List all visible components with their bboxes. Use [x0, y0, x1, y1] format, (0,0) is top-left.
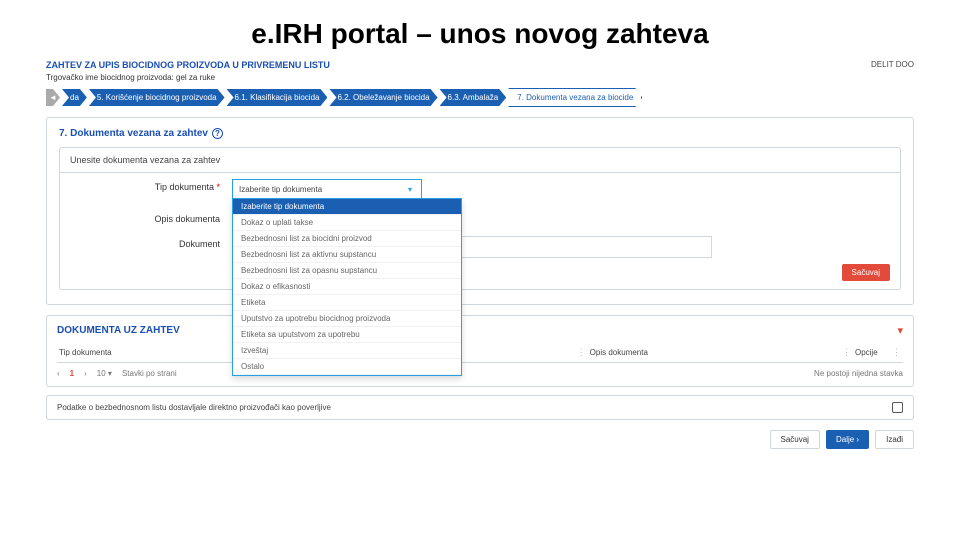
dropdown-option[interactable]: Uputstvo za upotrebu biocidnog proizvoda: [233, 311, 461, 327]
dropdown-option[interactable]: Dokaz o uplati takse: [233, 215, 461, 231]
request-title: ZAHTEV ZA UPIS BIOCIDNOG PROIZVODA U PRI…: [46, 60, 330, 70]
pager-next-icon[interactable]: ›: [84, 369, 87, 378]
label-doc-desc: Opis dokumenta: [70, 211, 220, 224]
step-prev-icon[interactable]: ◄: [46, 89, 60, 106]
pager-prev-icon[interactable]: ‹: [57, 369, 60, 378]
label-doc-type: Tip dokumenta: [70, 179, 220, 192]
dropdown-option[interactable]: Ostalo: [233, 359, 461, 375]
step-item[interactable]: 6.3. Ambalaža: [440, 89, 507, 106]
step-item[interactable]: da: [62, 89, 87, 106]
dropdown-option[interactable]: Bezbednosni list za aktivnu supstancu: [233, 247, 461, 263]
sort-icon[interactable]: ⋮: [577, 347, 586, 358]
dropdown-option[interactable]: Izaberite tip dokumenta: [233, 199, 461, 215]
confidential-checkbox[interactable]: [892, 402, 903, 413]
col-header[interactable]: Tip dokumenta: [59, 348, 112, 357]
product-subtitle: Trgovačko ime biocidnog proizvoda: gel z…: [46, 73, 330, 82]
dropdown-option[interactable]: Bezbednosni list za biocidni proizvod: [233, 231, 461, 247]
step-item[interactable]: 6.1. Klasifikacija biocida: [227, 89, 328, 106]
step-item-current[interactable]: 7. Dokumenta vezana za biocide: [508, 88, 642, 107]
doc-type-dropdown: Izaberite tip dokumenta Dokaz o uplati t…: [232, 198, 462, 376]
step-item[interactable]: 6.2. Obeležavanje biocida: [329, 89, 437, 106]
sort-icon[interactable]: ⋮: [892, 347, 901, 358]
doc-type-select[interactable]: Izaberite tip dokumenta ▾: [232, 179, 422, 199]
per-page-select[interactable]: 10 ▾: [97, 369, 112, 378]
select-placeholder: Izaberite tip dokumenta: [239, 185, 322, 194]
exit-button[interactable]: Izađi: [875, 430, 914, 449]
col-header[interactable]: Opis dokumenta: [590, 348, 648, 357]
dropdown-option[interactable]: Etiketa: [233, 295, 461, 311]
chevron-down-icon: ▾: [403, 182, 417, 196]
confidential-label: Podatke o bezbednosnom listu dostavljale…: [57, 403, 331, 412]
panel-title: 7. Dokumenta vezana za zahtev: [59, 128, 208, 139]
dropdown-option[interactable]: Izveštaj: [233, 343, 461, 359]
sort-icon[interactable]: ⋮: [842, 347, 851, 358]
table-title: DOKUMENTA UZ ZAHTEV: [57, 325, 180, 336]
empty-message: Ne postoji nijedna stavka: [814, 369, 903, 378]
per-page-label: Stavki po strani: [122, 369, 177, 378]
save-button[interactable]: Sačuvaj: [770, 430, 820, 449]
dropdown-option[interactable]: Dokaz o efikasnosti: [233, 279, 461, 295]
help-icon[interactable]: ?: [212, 128, 223, 139]
company-name: DELIT DOO: [871, 60, 914, 69]
dropdown-option[interactable]: Etiketa sa uputstvom za upotrebu: [233, 327, 461, 343]
step-item[interactable]: 5. Korišćenje biocidnog proizvoda: [89, 89, 225, 106]
label-doc-file: Dokument: [70, 236, 220, 249]
wizard-steps: ◄ da 5. Korišćenje biocidnog proizvoda 6…: [46, 88, 914, 107]
page-title: e.IRH portal – unos novog zahteva: [46, 18, 914, 50]
inner-panel-title: Unesite dokumenta vezana za zahtev: [60, 148, 900, 173]
next-button[interactable]: Dalje ›: [826, 430, 869, 449]
dropdown-option[interactable]: Bezbednosni list za opasnu supstancu: [233, 263, 461, 279]
col-header: Opcije: [855, 348, 878, 357]
save-document-button[interactable]: Sačuvaj: [842, 264, 890, 281]
pager-current[interactable]: 1: [70, 369, 74, 378]
filter-icon[interactable]: ▾: [897, 324, 903, 337]
